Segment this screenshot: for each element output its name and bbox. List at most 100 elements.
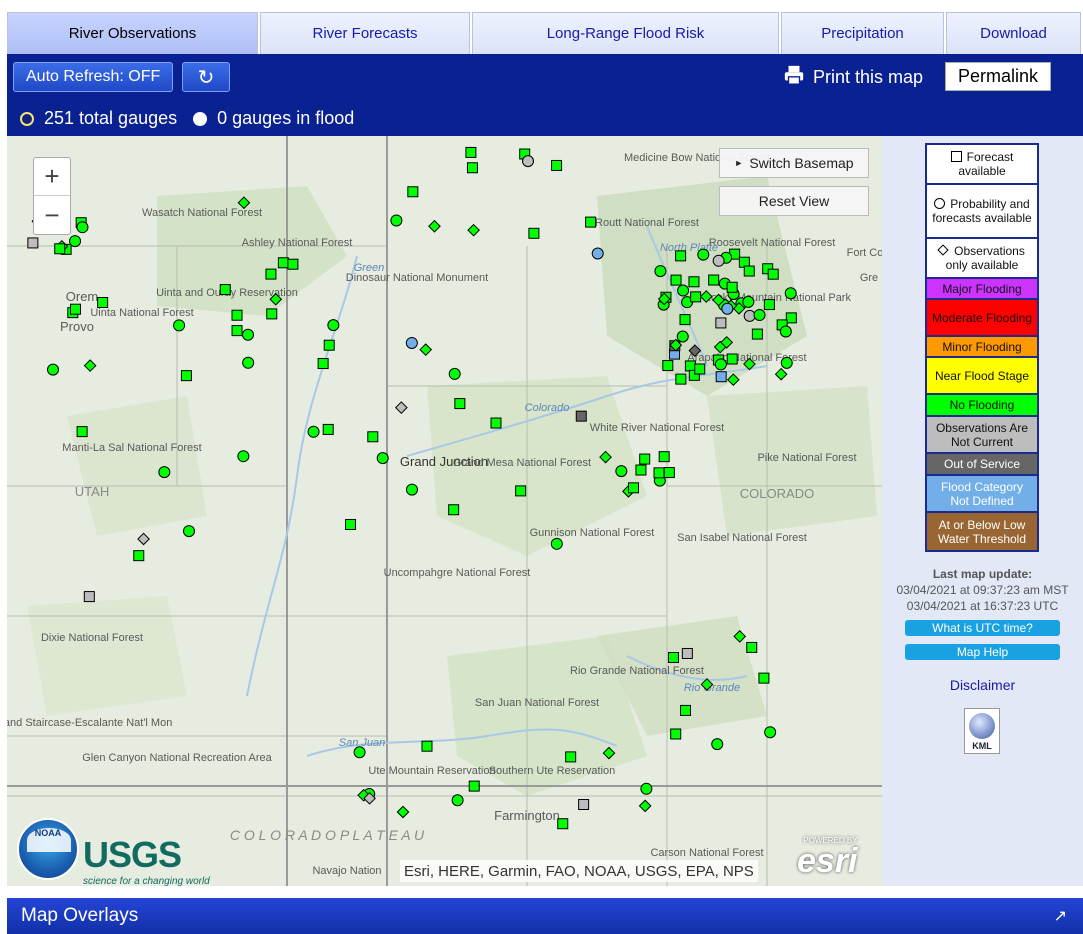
- gauge-forecast-marker[interactable]: [635, 464, 647, 476]
- gauge-probability-marker[interactable]: [714, 358, 727, 371]
- gauge-forecast-marker[interactable]: [746, 641, 758, 653]
- disclaimer-link[interactable]: Disclaimer: [882, 677, 1083, 693]
- gauge-probability-marker[interactable]: [591, 247, 604, 260]
- zoom-in-button[interactable]: +: [34, 158, 70, 196]
- gauge-forecast-marker[interactable]: [684, 360, 696, 372]
- gauge-probability-marker[interactable]: [640, 782, 653, 795]
- gauge-forecast-marker[interactable]: [763, 299, 775, 311]
- gauge-forecast-marker[interactable]: [76, 426, 88, 438]
- gauge-probability-marker[interactable]: [721, 302, 734, 315]
- gauge-forecast-marker[interactable]: [662, 360, 674, 372]
- auto-refresh-button[interactable]: Auto Refresh: OFF: [13, 62, 174, 92]
- gauge-forecast-marker[interactable]: [565, 751, 577, 763]
- gauge-forecast-marker[interactable]: [466, 162, 478, 174]
- gauge-forecast-marker[interactable]: [639, 453, 651, 465]
- gauge-forecast-marker[interactable]: [448, 504, 460, 516]
- gauge-probability-marker[interactable]: [697, 248, 710, 261]
- gauge-forecast-marker[interactable]: [528, 227, 540, 239]
- print-map-button[interactable]: Print this map: [783, 64, 923, 91]
- map-help-button[interactable]: Map Help: [905, 644, 1060, 660]
- gauge-probability-marker[interactable]: [307, 425, 320, 438]
- gauge-forecast-marker[interactable]: [557, 818, 569, 830]
- gauge-probability-marker[interactable]: [448, 367, 461, 380]
- gauge-forecast-marker[interactable]: [663, 467, 675, 479]
- gauge-forecast-marker[interactable]: [726, 353, 738, 365]
- gauge-forecast-marker[interactable]: [680, 704, 692, 716]
- gauge-forecast-marker[interactable]: [180, 370, 192, 382]
- tab-precipitation[interactable]: Precipitation: [781, 12, 944, 54]
- gauge-forecast-marker[interactable]: [708, 274, 720, 286]
- gauge-probability-marker[interactable]: [764, 726, 777, 739]
- gauge-forecast-marker[interactable]: [681, 647, 693, 659]
- switch-basemap-button[interactable]: ► Switch Basemap: [719, 148, 869, 178]
- gauge-probability-marker[interactable]: [390, 214, 403, 227]
- gauge-probability-marker[interactable]: [753, 308, 766, 321]
- gauge-probability-marker[interactable]: [405, 336, 418, 349]
- gauge-forecast-marker[interactable]: [454, 398, 466, 410]
- gauge-forecast-marker[interactable]: [785, 312, 797, 324]
- gauge-forecast-marker[interactable]: [585, 216, 597, 228]
- gauge-forecast-marker[interactable]: [653, 467, 665, 479]
- gauge-forecast-marker[interactable]: [367, 431, 379, 443]
- gauge-probability-marker[interactable]: [237, 450, 250, 463]
- gauge-probability-marker[interactable]: [550, 537, 563, 550]
- gauge-probability-marker[interactable]: [522, 155, 535, 168]
- gauge-forecast-marker[interactable]: [54, 243, 66, 255]
- kml-download-button[interactable]: KML: [964, 708, 1000, 754]
- gauge-forecast-marker[interactable]: [133, 550, 145, 562]
- gauge-probability-marker[interactable]: [158, 466, 171, 479]
- gauge-forecast-marker[interactable]: [675, 250, 687, 262]
- gauge-forecast-marker[interactable]: [465, 146, 477, 158]
- gauge-forecast-marker[interactable]: [287, 258, 299, 270]
- gauge-forecast-marker[interactable]: [675, 373, 687, 385]
- gauge-probability-marker[interactable]: [242, 328, 255, 341]
- gauge-forecast-marker[interactable]: [578, 799, 590, 811]
- gauge-forecast-marker[interactable]: [715, 371, 727, 383]
- gauge-forecast-marker[interactable]: [551, 159, 563, 171]
- gauge-probability-marker[interactable]: [242, 356, 255, 369]
- map-overlays-bar[interactable]: Map Overlays ↗: [7, 898, 1083, 934]
- tab-long-range-flood-risk[interactable]: Long-Range Flood Risk: [472, 12, 779, 54]
- gauge-forecast-marker[interactable]: [345, 519, 357, 531]
- gauge-forecast-marker[interactable]: [667, 652, 679, 664]
- gauge-forecast-marker[interactable]: [407, 186, 419, 198]
- gauge-probability-marker[interactable]: [327, 319, 340, 332]
- gauge-forecast-marker[interactable]: [688, 276, 700, 288]
- gauge-forecast-marker[interactable]: [743, 265, 755, 277]
- gauge-probability-marker[interactable]: [376, 452, 389, 465]
- zoom-out-button[interactable]: −: [34, 196, 70, 234]
- gauge-forecast-marker[interactable]: [515, 485, 527, 497]
- utc-help-button[interactable]: What is UTC time?: [905, 620, 1060, 636]
- gauge-probability-marker[interactable]: [182, 525, 195, 538]
- gauge-forecast-marker[interactable]: [575, 410, 587, 422]
- gauge-probability-marker[interactable]: [615, 465, 628, 478]
- gauge-forecast-marker[interactable]: [97, 297, 109, 309]
- gauge-probability-marker[interactable]: [784, 287, 797, 300]
- gauge-forecast-marker[interactable]: [690, 291, 702, 303]
- gauge-forecast-marker[interactable]: [726, 281, 738, 293]
- gauge-probability-marker[interactable]: [743, 309, 756, 322]
- gauge-probability-marker[interactable]: [451, 794, 464, 807]
- tab-download[interactable]: Download: [946, 12, 1081, 54]
- refresh-button[interactable]: ↻: [182, 62, 230, 92]
- reset-view-button[interactable]: Reset View: [719, 186, 869, 216]
- gauge-forecast-marker[interactable]: [322, 423, 334, 435]
- gauge-probability-marker[interactable]: [46, 363, 59, 376]
- gauge-forecast-marker[interactable]: [670, 728, 682, 740]
- gauge-forecast-marker[interactable]: [758, 672, 770, 684]
- gauge-probability-marker[interactable]: [711, 738, 724, 751]
- gauge-probability-marker[interactable]: [677, 284, 690, 297]
- gauge-forecast-marker[interactable]: [323, 339, 335, 351]
- permalink-button[interactable]: Permalink: [945, 62, 1051, 91]
- gauge-probability-marker[interactable]: [779, 325, 792, 338]
- gauge-forecast-marker[interactable]: [70, 303, 82, 315]
- gauge-probability-marker[interactable]: [712, 254, 725, 267]
- gauge-forecast-marker[interactable]: [767, 268, 779, 280]
- gauge-forecast-marker[interactable]: [231, 325, 243, 337]
- gauge-forecast-marker[interactable]: [679, 314, 691, 326]
- gauge-forecast-marker[interactable]: [421, 740, 433, 752]
- gauge-forecast-marker[interactable]: [317, 358, 329, 370]
- map-canvas[interactable]: Grand Junction Grand Mesa National Fores…: [7, 136, 882, 886]
- gauge-probability-marker[interactable]: [742, 295, 755, 308]
- tab-river-observations[interactable]: River Observations: [7, 12, 258, 54]
